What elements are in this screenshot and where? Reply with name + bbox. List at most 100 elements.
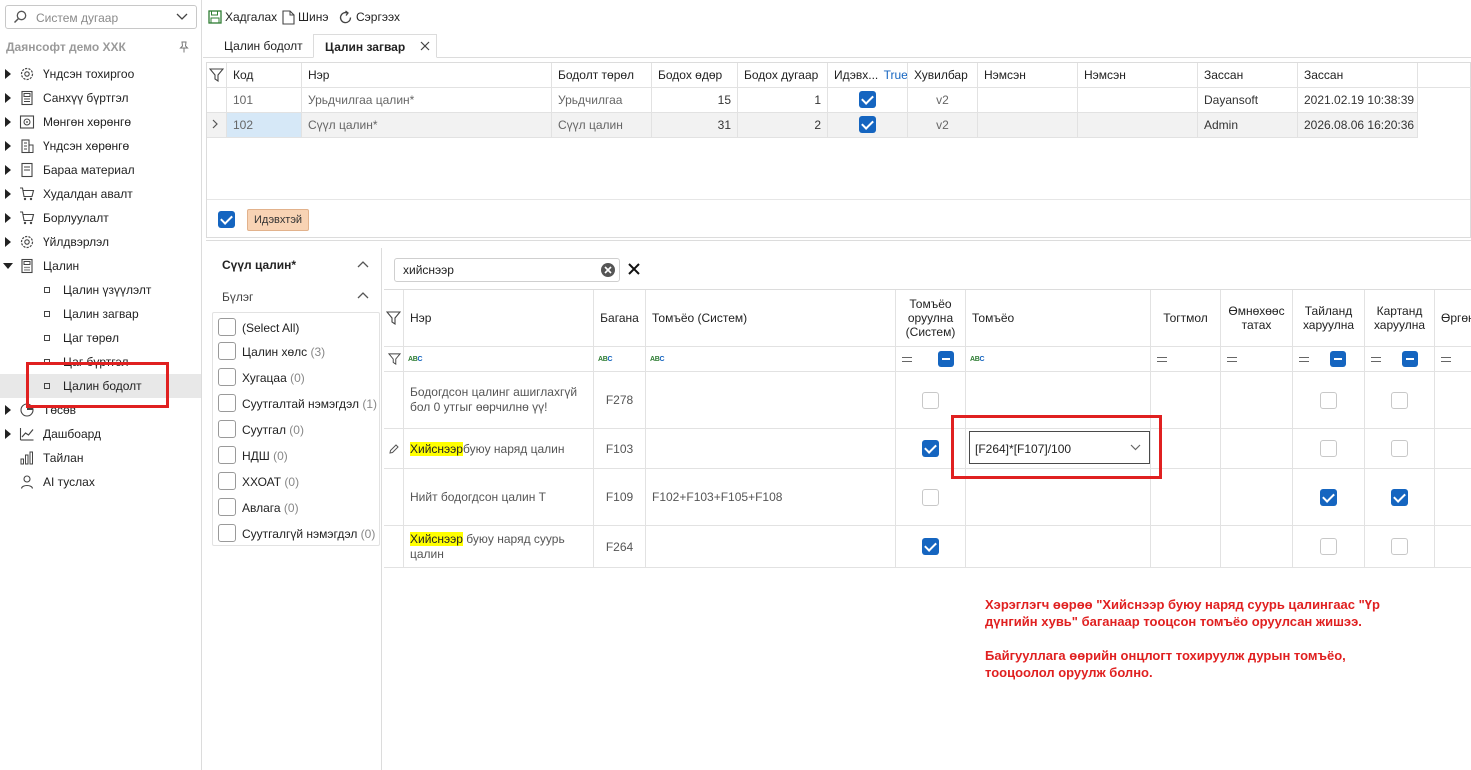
header-show-report[interactable]: Тайланд харуулна — [1293, 290, 1365, 347]
cell-name[interactable]: Сүүл цалин* — [302, 113, 552, 138]
filter-formula-system[interactable]: ABC — [646, 347, 896, 372]
filter-enabled-checkbox[interactable] — [218, 211, 235, 228]
cell-extra[interactable] — [1435, 429, 1471, 469]
filter-icon[interactable] — [207, 63, 227, 88]
cell-calc-number[interactable]: 1 — [738, 88, 828, 113]
cell-edited-at[interactable]: 2021.02.19 10:38:39 — [1298, 88, 1418, 113]
detail-search-input[interactable] — [401, 262, 591, 278]
cell-calc-day[interactable]: 31 — [652, 113, 738, 138]
group-item[interactable]: ХХОАТ (0) — [217, 469, 377, 493]
cell-added-by[interactable] — [978, 88, 1078, 113]
expand-arrow-icon[interactable] — [5, 237, 11, 247]
expand-arrow-icon[interactable] — [5, 69, 11, 79]
sidebar-item-cash[interactable]: Мөнгөн хөрөнгө — [0, 110, 201, 134]
cell-calc-day[interactable]: 15 — [652, 88, 738, 113]
checkbox[interactable] — [922, 440, 939, 457]
cell-deduct-previous[interactable] — [1221, 526, 1293, 568]
cell-added-at[interactable] — [1078, 113, 1198, 138]
checkbox[interactable] — [1391, 488, 1408, 506]
cell-edited-at[interactable]: 2026.08.06 16:20:36 — [1298, 113, 1418, 138]
checkbox[interactable] — [1320, 440, 1337, 457]
checkbox[interactable] — [218, 524, 236, 542]
checkbox[interactable] — [218, 342, 236, 360]
filter-constant[interactable] — [1151, 347, 1221, 372]
cell-deduct-previous[interactable] — [1221, 429, 1293, 469]
cell-active[interactable] — [828, 113, 908, 138]
cell-calc-type[interactable]: Сүүл цалин — [552, 113, 652, 138]
cell-name[interactable]: Урьдчилгаа цалин* — [302, 88, 552, 113]
sidebar-subitem-time-type[interactable]: Цаг төрөл — [0, 326, 201, 350]
checkbox[interactable] — [218, 446, 236, 464]
sidebar-subitem-salary-indicator[interactable]: Цалин үзүүлэлт — [0, 278, 201, 302]
sidebar-item-purchase[interactable]: Худалдан авалт — [0, 182, 201, 206]
cell-extra[interactable] — [1435, 469, 1471, 526]
sidebar-item-settings[interactable]: Үндсэн тохиргоо — [0, 62, 201, 86]
header-version[interactable]: Хувилбар — [908, 63, 978, 88]
cell-formula-system[interactable] — [646, 526, 896, 568]
tab-salary-calculation[interactable]: Цалин бодолт — [213, 34, 314, 58]
filter-column[interactable]: ABC — [594, 347, 646, 372]
cell-show-card[interactable] — [1365, 372, 1435, 429]
cell-version[interactable]: v2 — [908, 113, 978, 138]
indeterminate-checkbox[interactable] — [938, 351, 954, 367]
cell-name[interactable]: Нийт бодогдсон цалин Т — [404, 469, 594, 526]
sidebar-item-ai-assistant[interactable]: AI туслах — [0, 470, 201, 494]
filter-show-report[interactable] — [1293, 347, 1365, 372]
collapse-arrow-icon[interactable] — [3, 263, 13, 269]
header-formula-system[interactable]: Томъёо (Систем) — [646, 290, 896, 347]
active-checkbox[interactable] — [859, 116, 876, 133]
checkbox[interactable] — [218, 318, 236, 336]
cell-deduct-previous[interactable] — [1221, 372, 1293, 429]
header-calc-number[interactable]: Бодох дугаар — [738, 63, 828, 88]
cell-active[interactable] — [828, 88, 908, 113]
cell-name[interactable]: Хийснээр буюу наряд цалин — [404, 429, 594, 469]
table-row[interactable]: 102 Сүүл цалин* Сүүл цалин 31 2 v2 Admin… — [207, 113, 1471, 138]
close-icon[interactable] — [420, 41, 430, 51]
header-name[interactable]: Нэр — [302, 63, 552, 88]
cell-column[interactable]: F264 — [594, 526, 646, 568]
filter-show-card[interactable] — [1365, 347, 1435, 372]
checkbox[interactable] — [218, 498, 236, 516]
group-item[interactable]: Суутгалгүй нэмэгдэл (0) — [217, 521, 377, 545]
header-calc-type[interactable]: Бодолт төрөл — [552, 63, 652, 88]
checkbox[interactable] — [218, 472, 236, 490]
expand-arrow-icon[interactable] — [5, 93, 11, 103]
cell-name[interactable]: Хийснээр буюу наряд суурь цалин — [404, 526, 594, 568]
filter-name[interactable]: ABC — [404, 347, 594, 372]
cell-show-card[interactable] — [1365, 429, 1435, 469]
cell-formula-system[interactable] — [646, 372, 896, 429]
cell-version[interactable]: v2 — [908, 88, 978, 113]
header-enter-formula-system[interactable]: Томъёо оруулна (Систем) — [896, 290, 966, 347]
cell-code[interactable]: 101 — [227, 88, 302, 113]
header-added-by[interactable]: Нэмсэн — [978, 63, 1078, 88]
filter-chip[interactable]: Идэвхтэй — [247, 209, 310, 231]
group-item[interactable]: НДШ (0) — [217, 443, 377, 467]
sidebar-item-finance[interactable]: Санхүү бүртгэл — [0, 86, 201, 110]
cell-column[interactable]: F109 — [594, 469, 646, 526]
sidebar-item-production[interactable]: Үйлдвэрлэл — [0, 230, 201, 254]
new-button[interactable]: Шинэ — [282, 8, 328, 26]
cell-name[interactable]: Бодогдсон цалинг ашиглахгүй бол 0 утгыг … — [404, 372, 594, 429]
cell-show-report[interactable] — [1293, 372, 1365, 429]
cell-formula-system[interactable]: F102+F103+F105+F108 — [646, 469, 896, 526]
cell-show-report[interactable] — [1293, 469, 1365, 526]
active-checkbox[interactable] — [859, 91, 876, 108]
checkbox[interactable] — [922, 538, 939, 555]
sidebar-item-dashboard[interactable]: Дашбоард — [0, 422, 201, 446]
sidebar-item-sales[interactable]: Борлуулалт — [0, 206, 201, 230]
sidebar-item-fixed-assets[interactable]: Үндсэн хөрөнгө — [0, 134, 201, 158]
group-item[interactable]: Суутгалтай нэмэгдэл (1) — [217, 391, 377, 415]
cell-edited-by[interactable]: Admin — [1198, 113, 1298, 138]
filter-formula[interactable]: ABC — [966, 347, 1151, 372]
refresh-button[interactable]: Сэргээх — [338, 8, 400, 26]
expand-arrow-icon[interactable] — [5, 165, 11, 175]
filter-deduct-previous[interactable] — [1221, 347, 1293, 372]
checkbox[interactable] — [218, 420, 236, 438]
checkbox[interactable] — [922, 391, 939, 409]
cell-extra[interactable] — [1435, 526, 1471, 568]
chevron-up-icon[interactable] — [357, 260, 369, 268]
group-item-select-all[interactable]: (Select All) — [217, 315, 377, 339]
cell-extra[interactable] — [1435, 372, 1471, 429]
indeterminate-checkbox[interactable] — [1330, 351, 1346, 367]
expand-arrow-icon[interactable] — [5, 189, 11, 199]
